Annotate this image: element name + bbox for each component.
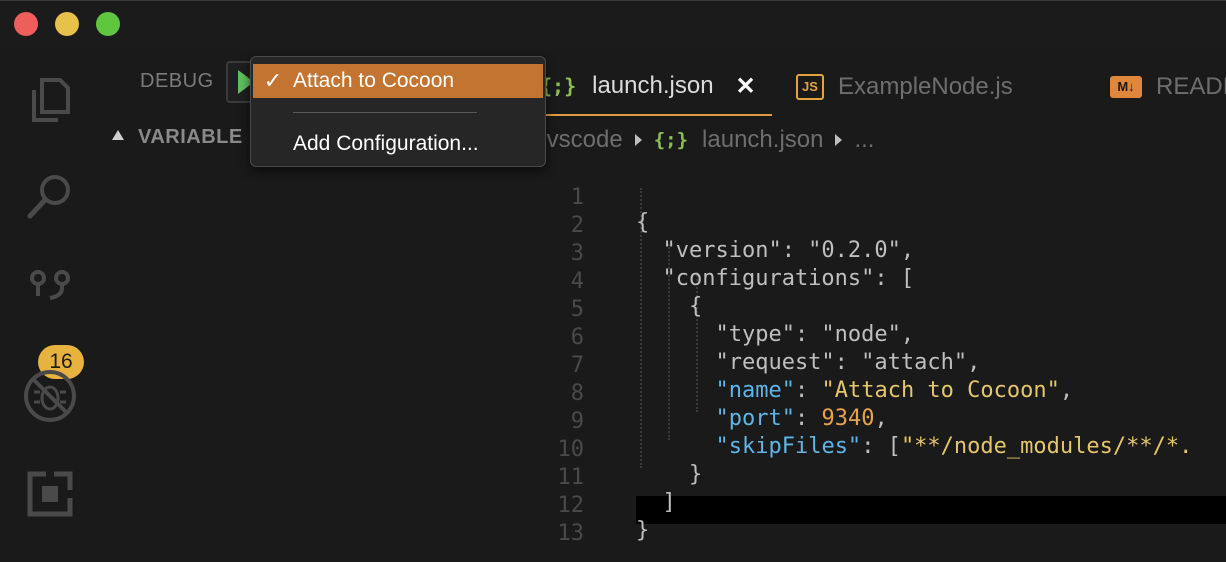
dropdown-separator xyxy=(293,112,477,113)
code-line: 7 "name": "Attach to Cocoon", xyxy=(540,328,1226,403)
json-file-icon: {;} xyxy=(653,129,689,151)
breadcrumb-folder[interactable]: .vscode xyxy=(540,126,623,154)
variables-section-title: VARIABLE xyxy=(138,126,243,148)
code-line: 10 } xyxy=(540,412,1226,487)
tab-label: READI xyxy=(1156,73,1226,100)
code-line: 3 "configurations": [ xyxy=(540,216,1226,291)
window-minimize-button[interactable] xyxy=(55,12,79,36)
breadcrumb-file[interactable]: launch.json xyxy=(702,126,823,154)
code-line: 13 xyxy=(540,496,1226,546)
tab-readme[interactable]: M↓ READI xyxy=(1110,58,1226,116)
dropdown-item-label: Add Configuration... xyxy=(293,132,479,155)
dropdown-item-add-configuration[interactable]: Add Configuration... xyxy=(253,127,543,161)
code-line: 2 "version": "0.2.0", xyxy=(540,188,1226,263)
tab-launch-json[interactable]: {;} launch.json ✕ xyxy=(540,58,772,116)
chevron-right-icon xyxy=(835,134,843,146)
code-line: 12 } xyxy=(540,468,1226,543)
code-line: 8 "port": 9340, xyxy=(540,356,1226,431)
line-number: 13 xyxy=(557,521,585,546)
code-editor[interactable]: 1 { 2 "version": "0.2.0", 3 "configurati… xyxy=(540,160,1226,562)
debug-icon[interactable] xyxy=(20,366,80,426)
tab-label: ExampleNode.js xyxy=(838,73,1013,100)
tab-examplenode-js[interactable]: JS ExampleNode.js xyxy=(796,58,1013,116)
chevron-right-icon xyxy=(634,134,642,146)
collapse-triangle-icon xyxy=(112,130,124,140)
window-zoom-button[interactable] xyxy=(96,12,120,36)
js-file-icon: JS xyxy=(796,74,824,100)
activity-bar: 16 xyxy=(0,48,100,562)
window-close-button[interactable] xyxy=(14,12,38,36)
source-control-icon[interactable] xyxy=(20,262,80,322)
explorer-icon[interactable] xyxy=(20,70,80,130)
breadcrumb: .vscode {;} launch.json ... xyxy=(540,126,874,154)
code-line: 1 { xyxy=(540,160,1226,235)
editor-tabs: {;} launch.json ✕ JS ExampleNode.js M↓ R… xyxy=(540,58,1226,116)
tab-label: launch.json xyxy=(592,72,714,99)
code-line: 9 "skipFiles": ["**/node_modules/**/*. xyxy=(540,384,1226,459)
breadcrumb-more[interactable]: ... xyxy=(854,126,874,154)
search-icon[interactable] xyxy=(20,166,80,226)
configuration-dropdown: ✓ Attach to Cocoon Add Configuration... xyxy=(250,56,546,167)
close-icon[interactable]: ✕ xyxy=(736,72,756,101)
code-line: 4 { xyxy=(540,244,1226,319)
markdown-file-icon: M↓ xyxy=(1110,76,1142,98)
debug-label: DEBUG xyxy=(140,70,214,92)
check-icon: ✓ xyxy=(263,68,283,93)
code-line: 5 "type": "node", xyxy=(540,272,1226,347)
code-line: 6 "request": "attach", xyxy=(540,300,1226,375)
title-bar xyxy=(0,0,1226,48)
code-line: 11 ] xyxy=(540,440,1226,515)
dropdown-item-label: Attach to Cocoon xyxy=(293,69,455,92)
dropdown-item-attach-to-cocoon[interactable]: ✓ Attach to Cocoon xyxy=(253,64,543,98)
variables-section-header[interactable]: VARIABLE xyxy=(112,126,243,152)
extensions-icon[interactable] xyxy=(20,464,80,524)
